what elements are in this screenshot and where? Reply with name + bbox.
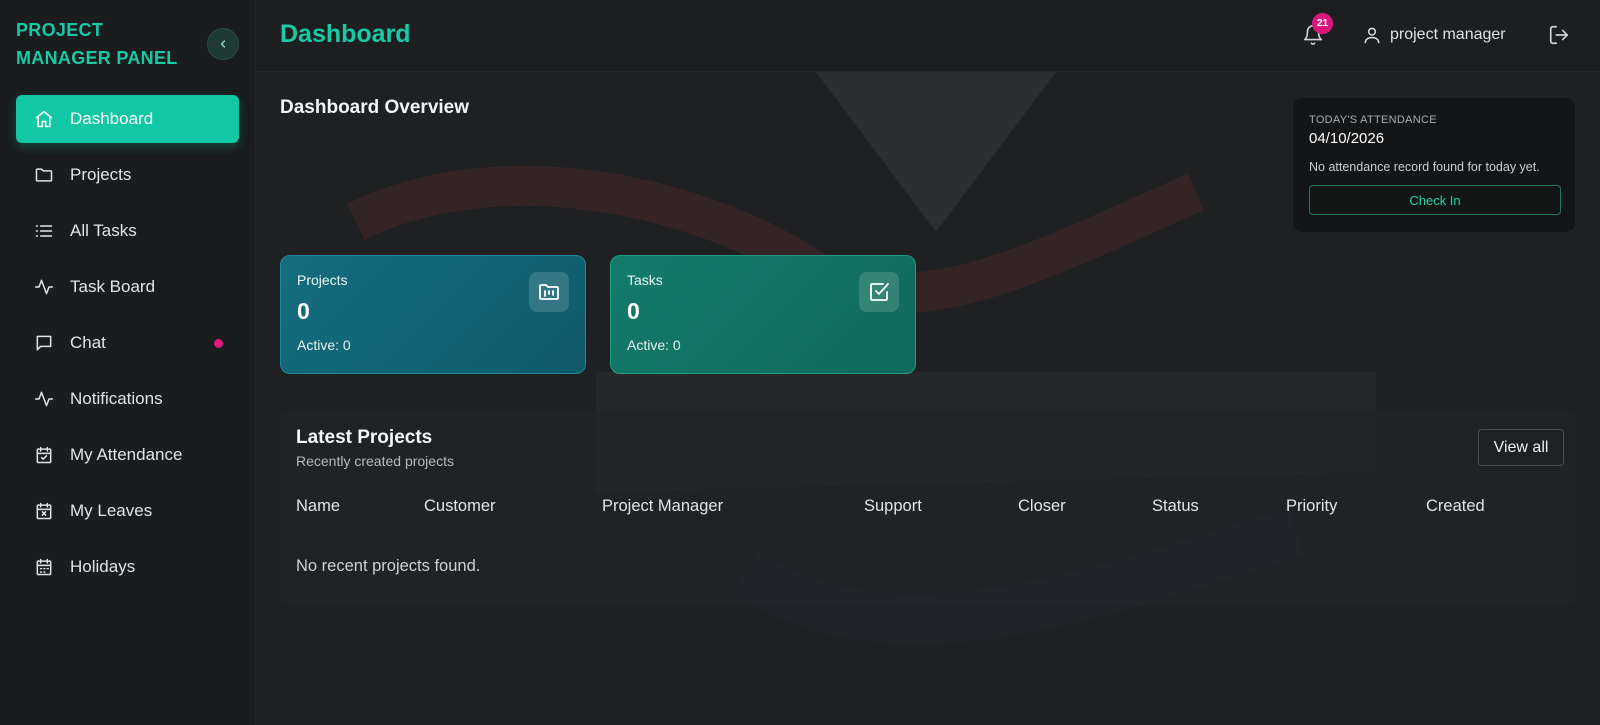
calendar-icon — [34, 557, 54, 577]
calendar-check-icon — [34, 445, 54, 465]
folder-kanban-icon — [529, 272, 569, 312]
attendance-card: TODAY'S ATTENDANCE 04/10/2026 No attenda… — [1292, 97, 1576, 233]
sidebar-item-my-leaves[interactable]: My Leaves — [16, 487, 239, 535]
sidebar-item-chat[interactable]: Chat — [16, 319, 239, 367]
empty-state-message: No recent projects found. — [296, 557, 481, 575]
attendance-message: No attendance record found for today yet… — [1309, 160, 1540, 174]
sidebar-item-label: My Leaves — [70, 501, 153, 520]
sidebar-item-label: Notifications — [70, 389, 163, 408]
stat-active: Active: 0 — [627, 337, 681, 353]
activity-icon — [34, 277, 54, 297]
check-in-button[interactable]: Check In — [1309, 185, 1561, 215]
main-content: Dashboard Overview TODAY'S ATTENDANCE 04… — [256, 72, 1600, 725]
sidebar-item-notifications[interactable]: Notifications — [16, 375, 239, 423]
folder-icon — [34, 165, 54, 185]
column-header-customer: Customer — [424, 497, 496, 515]
user-icon — [1362, 25, 1382, 45]
sidebar-nav: Dashboard Projects All Tasks Task Board … — [16, 95, 239, 599]
sidebar-item-holidays[interactable]: Holidays — [16, 543, 239, 591]
brand-watermark — [347, 72, 1376, 645]
notification-count-badge: 21 — [1312, 13, 1333, 34]
column-header-name: Name — [296, 497, 341, 515]
sidebar-item-label: Holidays — [70, 557, 136, 576]
activity-icon — [34, 389, 54, 409]
list-icon — [34, 221, 54, 241]
tasks-stat-card[interactable]: Tasks 0 Active: 0 — [610, 255, 916, 374]
sidebar-item-label: Dashboard — [70, 109, 154, 128]
column-header-closer: Closer — [1018, 497, 1066, 515]
view-all-button[interactable]: View all — [1478, 429, 1564, 466]
column-header-project-manager: Project Manager — [602, 497, 724, 515]
brand-title: PROJECT MANAGER PANEL — [16, 20, 178, 68]
chat-icon — [34, 333, 54, 353]
user-name: project manager — [1390, 26, 1506, 43]
table-header: Name Customer Project Manager Support Cl… — [296, 497, 1556, 521]
unread-dot — [214, 339, 223, 348]
chevron-left-icon — [220, 40, 226, 48]
square-check-icon — [859, 272, 899, 312]
projects-stat-card[interactable]: Projects 0 Active: 0 — [280, 255, 586, 374]
stat-active: Active: 0 — [297, 337, 351, 353]
sidebar-item-dashboard[interactable]: Dashboard — [16, 95, 239, 143]
sidebar: PROJECT MANAGER PANEL Dashboard Projects… — [0, 0, 256, 725]
sidebar-item-label: All Tasks — [70, 221, 137, 240]
sidebar-item-task-board[interactable]: Task Board — [16, 263, 239, 311]
sidebar-item-label: Chat — [70, 333, 106, 352]
column-header-priority: Priority — [1286, 497, 1338, 515]
home-icon — [34, 109, 54, 129]
sidebar-item-label: Task Board — [70, 277, 156, 296]
sidebar-item-my-attendance[interactable]: My Attendance — [16, 431, 239, 479]
calendar-x-icon — [34, 501, 54, 521]
sidebar-item-label: Projects — [70, 165, 132, 184]
sidebar-item-projects[interactable]: Projects — [16, 151, 239, 199]
latest-projects-subtitle: Recently created projects — [296, 453, 454, 469]
logout-icon[interactable] — [1548, 24, 1570, 46]
column-header-support: Support — [864, 497, 922, 515]
sidebar-item-all-tasks[interactable]: All Tasks — [16, 207, 239, 255]
overview-title: Dashboard Overview — [280, 97, 470, 118]
latest-projects-title: Latest Projects — [296, 427, 433, 448]
user-menu[interactable]: project manager — [1362, 24, 1506, 46]
attendance-date: 04/10/2026 — [1309, 130, 1385, 147]
sidebar-item-label: My Attendance — [70, 445, 183, 464]
collapse-sidebar-button[interactable] — [207, 28, 239, 60]
topbar: Dashboard 21 project manager — [256, 0, 1600, 72]
attendance-label: TODAY'S ATTENDANCE — [1309, 114, 1437, 126]
column-header-created: Created — [1426, 497, 1485, 515]
column-header-status: Status — [1152, 497, 1199, 515]
latest-projects-panel: Latest Projects Recently created project… — [280, 411, 1576, 605]
page-title: Dashboard — [280, 20, 411, 48]
